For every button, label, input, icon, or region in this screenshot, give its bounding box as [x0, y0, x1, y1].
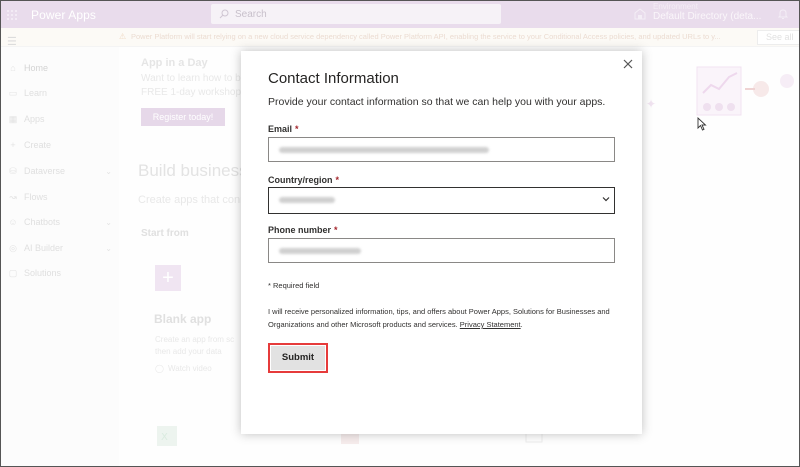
chevron-down-icon: [602, 197, 610, 202]
submit-button[interactable]: Submit: [271, 346, 325, 370]
consent-text: I will receive personalized information,…: [268, 307, 610, 329]
app-launcher-icon[interactable]: [1, 1, 23, 28]
search-box[interactable]: Search: [211, 4, 501, 24]
required-asterisk: *: [295, 124, 299, 134]
email-label-text: Email: [268, 124, 293, 134]
privacy-statement-link[interactable]: Privacy Statement: [460, 320, 521, 329]
mouse-cursor-icon: [697, 117, 707, 131]
email-field[interactable]: [268, 137, 615, 162]
consent-statement: I will receive personalized information,…: [268, 307, 610, 329]
search-placeholder: Search: [235, 8, 267, 20]
country-label-text: Country/region: [268, 175, 333, 185]
country-value-redacted: [279, 197, 335, 203]
environment-icon[interactable]: [634, 8, 646, 20]
phone-label: Phone number *: [268, 225, 338, 235]
required-field-note: * Required field: [268, 281, 320, 290]
phone-label-text: Phone number: [268, 225, 332, 235]
dialog-title: Contact Information: [268, 70, 399, 87]
dialog-subtitle: Provide your contact information so that…: [268, 96, 606, 108]
close-icon[interactable]: [622, 58, 634, 70]
required-asterisk: *: [335, 175, 340, 185]
required-asterisk: *: [334, 225, 338, 235]
search-icon: [219, 9, 229, 19]
environment-picker[interactable]: Default Directory (deta...: [653, 11, 761, 22]
phone-placeholder-redacted: [279, 248, 361, 254]
app-window: Power Apps Search Environment Default Di…: [0, 0, 800, 467]
country-select[interactable]: [268, 187, 615, 214]
email-value-redacted: [279, 147, 489, 153]
bell-icon[interactable]: [777, 8, 789, 20]
country-label: Country/region *: [268, 175, 339, 185]
email-label: Email *: [268, 124, 299, 134]
environment-label: Environment: [653, 2, 698, 11]
submit-highlight: Submit: [268, 343, 328, 373]
contact-info-dialog: Contact Information Provide your contact…: [241, 51, 642, 434]
app-title[interactable]: Power Apps: [31, 8, 96, 22]
phone-field[interactable]: [268, 238, 615, 263]
